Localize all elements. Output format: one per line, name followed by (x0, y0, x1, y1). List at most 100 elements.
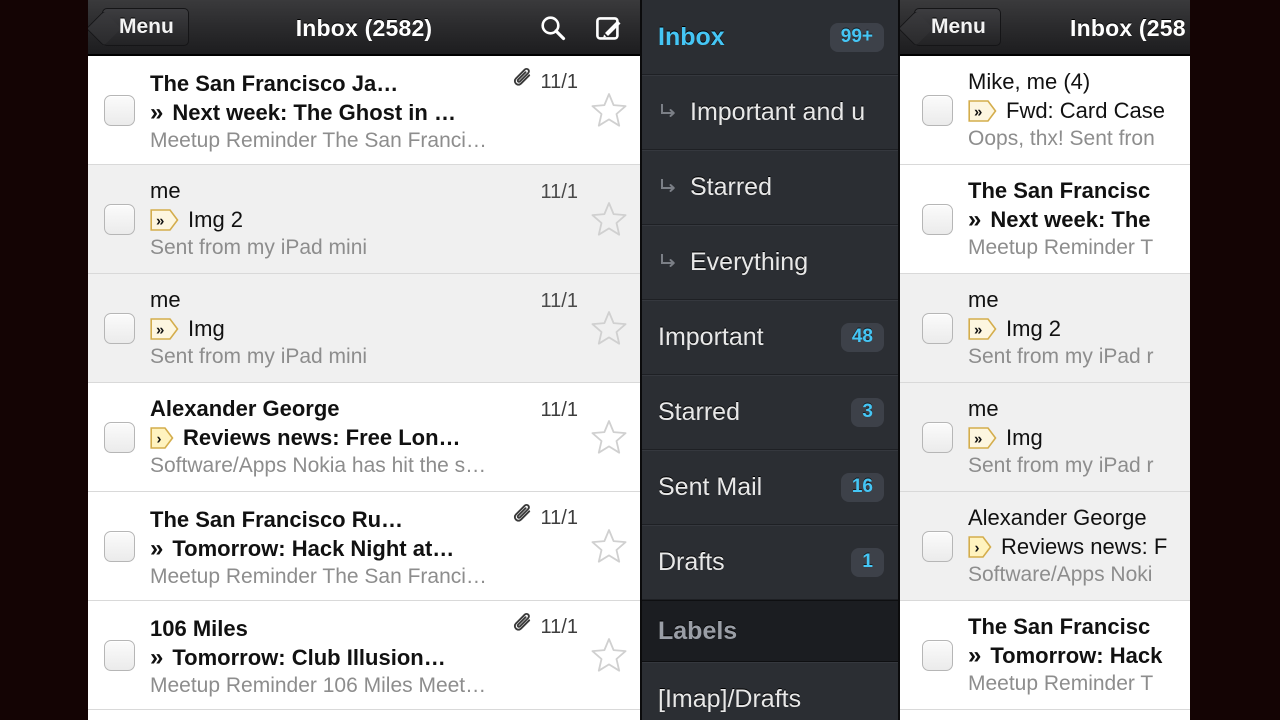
mail-date: 11/1 (540, 290, 578, 312)
mail-row-line-subject: » Tomorrow: Club Illusion… (150, 645, 578, 671)
importance-marker[interactable]: » (150, 101, 163, 125)
star-icon[interactable] (578, 90, 640, 130)
mail-subject: Next week: The (990, 207, 1151, 232)
star-icon[interactable] (578, 308, 640, 348)
mail-subject: Img 2 (188, 207, 244, 232)
mail-row[interactable]: Alexander George › Reviews news: F Software… (900, 492, 1190, 601)
mail-row-line-subject: › Reviews news: F (968, 534, 1190, 560)
mail-select-checkbox[interactable] (922, 94, 953, 126)
importance-marker[interactable]: › (150, 426, 174, 450)
nav-item-everything[interactable]: Everything (642, 225, 898, 300)
search-icon[interactable] (536, 11, 570, 45)
mail-row[interactable]: Alexander George 11/1 › Reviews news: Free … (88, 383, 640, 492)
star-icon[interactable] (578, 526, 640, 566)
mail-select-checkbox[interactable] (104, 421, 135, 453)
nav-item-badge: 1 (851, 548, 884, 577)
sub-branch-arrow-icon (658, 176, 678, 200)
nav-item-important-and-u[interactable]: Important and u (642, 75, 898, 150)
mail-select-checkbox[interactable] (922, 312, 953, 344)
compose-icon[interactable] (592, 11, 626, 45)
mail-select-checkbox[interactable] (104, 312, 135, 344)
mail-subject: Img 2 (1006, 316, 1062, 341)
mail-snippet: Sent from my iPad mini (150, 345, 368, 368)
menu-back-button-right[interactable]: Menu (914, 8, 1001, 46)
importance-marker[interactable]: » (968, 644, 981, 668)
double-chevron-icon: » (968, 100, 997, 122)
nav-item-sent-mail[interactable]: Sent Mail 16 (642, 450, 898, 525)
importance-marker[interactable]: » (150, 317, 179, 341)
nav-item-important[interactable]: Important 48 (642, 300, 898, 375)
mail-sender: Mike, me (4) (968, 69, 1091, 94)
mail-sender: me (150, 287, 181, 312)
importance-marker[interactable]: » (150, 537, 163, 561)
mail-select-checkbox[interactable] (104, 203, 135, 235)
mail-row-body: 106 Miles 11/1 » Tomorrow: Club Illusion… Me… (150, 612, 578, 698)
nav-item-drafts[interactable]: Drafts 1 (642, 525, 898, 600)
importance-marker[interactable]: » (968, 317, 997, 341)
mail-select-checkbox[interactable] (922, 639, 953, 671)
nav-item-label: Important and u (690, 98, 866, 126)
svg-text:»: » (974, 322, 982, 339)
menu-back-button[interactable]: Menu (102, 8, 189, 46)
mail-row[interactable]: me » Img Sent from my iPad r (900, 383, 1190, 492)
mail-row[interactable]: me » Img 2 Sent from my iPad r (900, 274, 1190, 383)
mail-subject: Img (188, 316, 225, 341)
mail-row[interactable]: me 11/1 » Img Sent from my iPad mini (88, 274, 640, 383)
single-chevron-icon: › (968, 536, 992, 558)
importance-marker[interactable]: » (968, 426, 997, 450)
mail-row-line-sender: The San Francisc (968, 178, 1190, 204)
mail-row[interactable]: The San Francisco Ja… 11/1 » Next week: The… (88, 56, 640, 165)
mail-snippet: Sent from my iPad r (968, 454, 1154, 477)
mail-row[interactable]: The San Francisco Ru… 11/1 » Tomorrow: Hack… (88, 492, 640, 601)
nav-item-starred[interactable]: Starred (642, 150, 898, 225)
importance-marker[interactable]: » (150, 208, 179, 232)
mail-list-left: The San Francisco Ja… 11/1 » Next week: The… (88, 56, 640, 710)
mail-row-line-subject: › Reviews news: Free Lon… (150, 425, 578, 451)
mail-row[interactable]: The San Francisc » Tomorrow: Hack Meetup Re… (900, 601, 1190, 710)
mail-select-checkbox[interactable] (922, 203, 953, 235)
mail-snippet: Meetup Reminder T (968, 236, 1154, 259)
nav-item-starred[interactable]: Starred 3 (642, 375, 898, 450)
importance-marker[interactable]: › (968, 535, 992, 559)
mail-row-line-subject: » Fwd: Card Case (968, 98, 1190, 124)
svg-text:»: » (974, 431, 982, 448)
mail-row[interactable]: Mike, me (4) » Fwd: Card Case Oops, thx! Se… (900, 56, 1190, 165)
importance-marker[interactable]: » (968, 99, 997, 123)
mail-select-checkbox[interactable] (922, 421, 953, 453)
menu-back-label: Menu (119, 15, 174, 38)
mail-row-meta: 11/1 (503, 67, 578, 97)
mail-row-body: Alexander George › Reviews news: F Software… (968, 505, 1190, 587)
mail-select-checkbox[interactable] (104, 530, 135, 562)
attachment-icon (511, 503, 535, 533)
toolbar-right: Menu Inbox (258 (900, 0, 1190, 56)
nav-item-label: Drafts (658, 548, 725, 576)
mail-row-line-sender: me 11/1 (150, 287, 578, 313)
mail-date: 11/1 (540, 615, 578, 638)
single-chevron-icon: › (150, 427, 174, 449)
letterbox-right (1190, 0, 1280, 720)
mail-row[interactable]: me 11/1 » Img 2 Sent from my iPad mini (88, 165, 640, 274)
double-chevron-icon: » (150, 535, 164, 562)
mail-list-panel-right: Menu Inbox (258 Mike, me (4) » Fwd: Card C… (898, 0, 1190, 720)
star-icon[interactable] (578, 635, 640, 675)
mail-row[interactable]: The San Francisc » Next week: The Meetup R… (900, 165, 1190, 274)
star-icon[interactable] (578, 417, 640, 457)
star-icon[interactable] (578, 199, 640, 239)
mail-snippet: Software/Apps Nokia has hit the s… (150, 454, 487, 477)
mail-row-body: The San Francisco Ja… 11/1 » Next week: The… (150, 67, 578, 153)
mail-row-body: Mike, me (4) » Fwd: Card Case Oops, thx! Se… (968, 69, 1190, 151)
nav-item-imap-drafts[interactable]: [Imap]/Drafts (642, 662, 898, 720)
mail-snippet: Sent from my iPad r (968, 345, 1154, 368)
svg-text:›: › (975, 540, 980, 557)
importance-marker[interactable]: » (150, 646, 163, 670)
mail-select-checkbox[interactable] (922, 530, 953, 562)
importance-marker[interactable]: » (968, 208, 981, 232)
mail-row[interactable]: 106 Miles 11/1 » Tomorrow: Club Illusion… Me… (88, 601, 640, 710)
double-chevron-icon: » (968, 427, 997, 449)
mail-row-line-subject: » Next week: The Ghost in … (150, 100, 578, 126)
mail-row-line-sender: me 11/1 (150, 178, 578, 204)
mail-row-line-sender: Alexander George 11/1 (150, 396, 578, 422)
mail-select-checkbox[interactable] (104, 94, 135, 126)
nav-item-inbox[interactable]: Inbox 99+ (642, 0, 898, 75)
mail-select-checkbox[interactable] (104, 639, 135, 671)
